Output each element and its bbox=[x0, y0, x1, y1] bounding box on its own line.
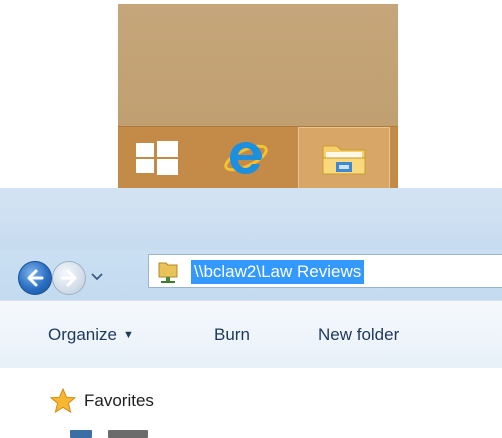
new-folder-button[interactable]: New folder bbox=[318, 321, 399, 349]
organize-menu-button[interactable]: Organize ▼ bbox=[48, 321, 134, 349]
recent-locations-button[interactable] bbox=[90, 270, 104, 284]
burn-button[interactable]: Burn bbox=[214, 321, 250, 349]
organize-label: Organize bbox=[48, 325, 117, 344]
internet-explorer-button[interactable] bbox=[206, 127, 286, 188]
windows-logo-icon bbox=[136, 141, 178, 175]
taskbar-screenshot bbox=[118, 4, 398, 188]
network-folder-icon bbox=[158, 262, 178, 283]
chevron-down-icon bbox=[91, 273, 103, 281]
file-explorer-button[interactable] bbox=[298, 127, 390, 188]
address-text[interactable]: \\bclaw2\Law Reviews bbox=[191, 260, 365, 284]
dropdown-caret-icon: ▼ bbox=[122, 329, 134, 341]
partial-item-icon bbox=[70, 430, 92, 438]
explorer-window: \\bclaw2\Law Reviews Organize ▼ Burn New … bbox=[0, 188, 502, 438]
back-button[interactable] bbox=[18, 261, 52, 295]
partial-item-label bbox=[108, 430, 148, 438]
favorites-label: Favorites bbox=[84, 391, 154, 410]
taskbar bbox=[118, 126, 398, 188]
nav-pane-partial-item bbox=[70, 428, 190, 438]
internet-explorer-icon bbox=[224, 142, 268, 174]
file-explorer-folder-icon bbox=[322, 145, 366, 175]
navigation-bar: \\bclaw2\Law Reviews bbox=[0, 250, 502, 300]
forward-button[interactable] bbox=[52, 261, 86, 295]
command-toolbar: Organize ▼ Burn New folder bbox=[0, 300, 502, 370]
forward-arrow-icon bbox=[60, 269, 77, 287]
favorites-item[interactable]: Favorites bbox=[50, 386, 154, 416]
star-icon bbox=[50, 388, 76, 414]
back-arrow-icon bbox=[27, 269, 44, 287]
navigation-pane: Favorites bbox=[0, 368, 502, 438]
title-bar bbox=[0, 188, 502, 250]
address-bar[interactable]: \\bclaw2\Law Reviews bbox=[148, 254, 502, 288]
start-button[interactable] bbox=[118, 127, 196, 188]
desktop-background bbox=[118, 4, 398, 126]
